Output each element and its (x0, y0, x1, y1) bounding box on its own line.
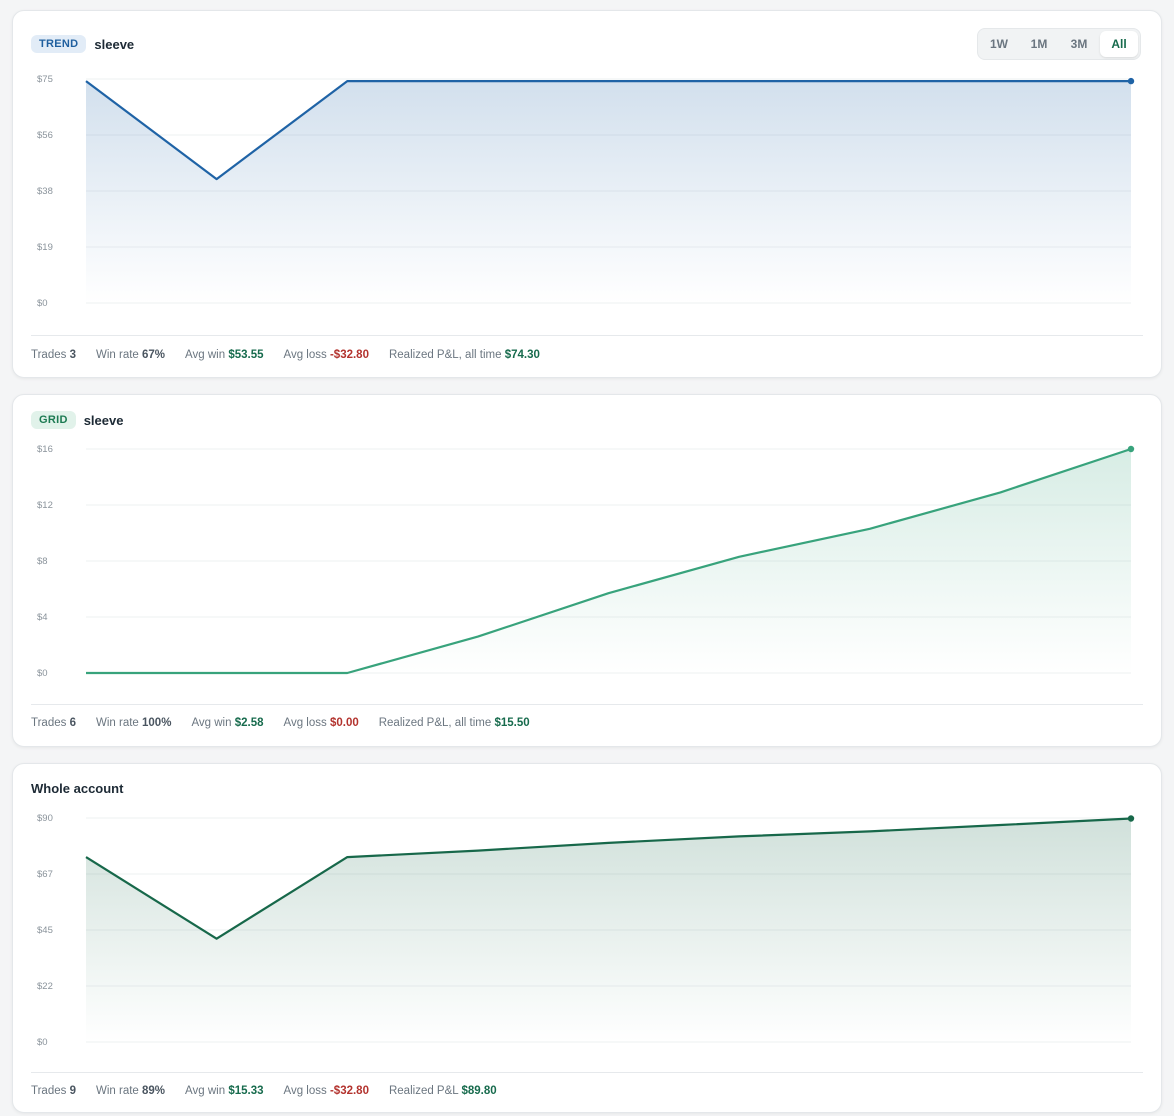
y-tick-label: $75 (37, 74, 53, 85)
trend-equity-chart: $0 $19 $38 $56 $75 (37, 74, 1135, 309)
grid-stats-row: Trades 6 Win rate 100% Avg win $2.58 Avg… (31, 717, 530, 729)
grid-equity-chart: $0 $4 $8 $12 $16 (37, 444, 1135, 679)
whole-card-header: Whole account (31, 781, 123, 796)
grid-stat-winrate: Win rate 100% (95, 717, 172, 729)
y-tick-label: $0 (37, 1037, 48, 1048)
time-range-selector: 1W 1M 3M All (977, 28, 1141, 60)
last-point-marker (1127, 77, 1135, 85)
whole-stat-pnl: Realized P&L $89.80 (388, 1085, 497, 1097)
y-tick-label: $0 (37, 298, 48, 309)
grid-stat-trades: Trades 6 (31, 717, 76, 729)
grid-badge: GRID (31, 411, 76, 429)
range-button-3m[interactable]: 3M (1060, 31, 1098, 57)
grid-stat-avgwin: Avg win $2.58 (191, 717, 264, 729)
last-point-marker (1127, 445, 1135, 453)
whole-stat-winrate: Win rate 89% (95, 1085, 166, 1097)
grid-card-title: sleeve (83, 412, 124, 428)
whole-stats-row: Trades 9 Win rate 89% Avg win $15.33 Avg… (31, 1085, 497, 1097)
trend-stat-pnl: Realized P&L, all time $74.30 (388, 349, 540, 361)
y-tick-label: $12 (37, 500, 53, 511)
range-button-all[interactable]: All (1100, 31, 1138, 57)
y-tick-label: $38 (37, 186, 53, 197)
range-button-1w[interactable]: 1W (980, 31, 1018, 57)
trend-stat-avgwin: Avg win $53.55 (185, 349, 264, 361)
trend-stats-row: Trades 3 Win rate 67% Avg win $53.55 Avg… (31, 349, 540, 361)
whole-divider (31, 1072, 1143, 1073)
y-tick-label: $8 (37, 556, 48, 567)
whole-stat-trades: Trades 9 (31, 1085, 76, 1097)
y-tick-label: $45 (37, 925, 53, 936)
y-tick-label: $56 (37, 130, 53, 141)
series-area (86, 81, 1131, 303)
series-area (86, 818, 1131, 1042)
whole-stat-avgwin: Avg win $15.33 (185, 1085, 264, 1097)
trend-badge: TREND (31, 35, 87, 53)
trend-stat-winrate: Win rate 67% (95, 349, 166, 361)
whole-equity-chart: $0 $22 $45 $67 $90 (37, 813, 1135, 1048)
whole-account-card: Whole account $0 $22 $45 $67 $90 Trades 9 Wi… (12, 763, 1162, 1113)
range-button-1m[interactable]: 1M (1020, 31, 1058, 57)
grid-stat-pnl: Realized P&L, all time $15.50 (378, 717, 530, 729)
trend-stat-avgloss: Avg loss -$32.80 (283, 349, 369, 361)
trend-sleeve-card: TREND sleeve 1W 1M 3M All $0 $19 $38 $56 $75… (12, 10, 1162, 378)
y-tick-label: $19 (37, 242, 53, 253)
last-point-marker (1127, 815, 1135, 822)
y-tick-label: $4 (37, 612, 48, 623)
y-tick-label: $16 (37, 444, 53, 455)
y-tick-label: $90 (37, 813, 53, 824)
grid-stat-avgloss: Avg loss $0.00 (283, 717, 359, 729)
whole-card-title: Whole account (31, 781, 124, 796)
grid-card-header: GRID sleeve (31, 411, 123, 429)
whole-stat-avgloss: Avg loss -$32.80 (283, 1085, 369, 1097)
y-tick-label: $0 (37, 668, 48, 679)
grid-sleeve-card: GRID sleeve $0 $4 $8 $12 $16 Trades 6 Win ra… (12, 394, 1162, 747)
trend-card-title: sleeve (94, 36, 135, 52)
y-tick-label: $22 (37, 981, 53, 992)
trend-divider (31, 335, 1143, 336)
grid-divider (31, 704, 1143, 705)
trend-stat-trades: Trades 3 (31, 349, 76, 361)
y-tick-label: $67 (37, 869, 53, 880)
trend-card-header: TREND sleeve (31, 35, 134, 53)
